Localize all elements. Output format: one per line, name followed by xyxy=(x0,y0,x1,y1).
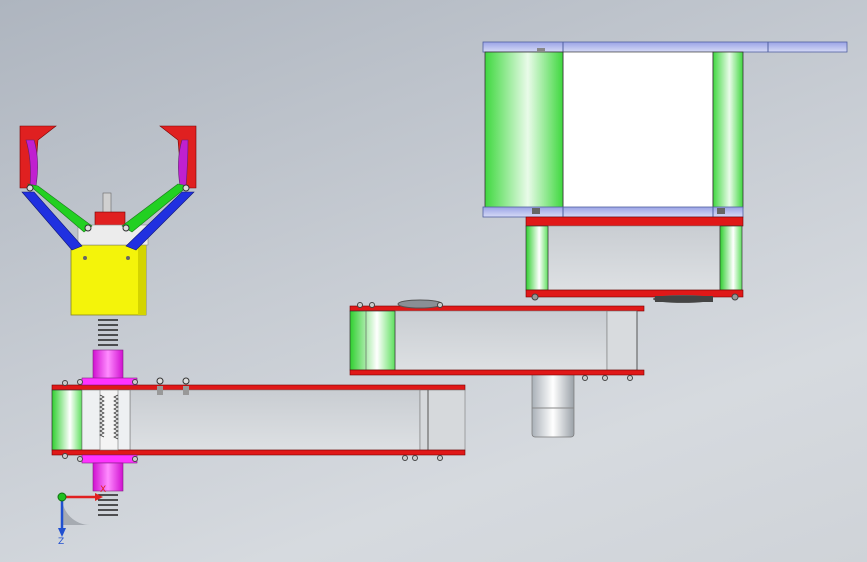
upper-link-pin-right xyxy=(719,225,743,291)
motor-column-right xyxy=(712,51,744,209)
x-axis-label: X xyxy=(100,485,106,495)
upper-link-pin-left xyxy=(525,225,549,291)
gripper-body xyxy=(70,244,147,316)
scara-robot-model: X Z xyxy=(19,41,848,547)
elbow-motor-cylinder xyxy=(531,371,575,438)
base-motor-assembly[interactable] xyxy=(482,41,848,218)
y-axis-dot xyxy=(57,492,67,502)
middle-link-pin xyxy=(349,310,396,371)
lower-link-top-bar xyxy=(51,384,466,391)
gripper-rod xyxy=(102,192,112,214)
lower-link-pin xyxy=(51,389,83,451)
upper-link-top-bar xyxy=(525,216,744,227)
right-jaw-tip xyxy=(159,125,197,189)
left-jaw-tip xyxy=(19,125,57,189)
z-axis-label: Z xyxy=(58,537,64,547)
cad-viewport[interactable]: X Z xyxy=(0,0,867,562)
shaft-nut-upper xyxy=(92,349,124,381)
upper-spring xyxy=(98,319,118,346)
middle-link-bottom-bar xyxy=(349,369,645,376)
upper-link[interactable] xyxy=(525,216,744,303)
lower-link-bottom-bar xyxy=(51,449,466,456)
upper-link-bottom-bar xyxy=(525,289,744,298)
shaft-nut-lower xyxy=(92,462,124,492)
middle-link-top-bar xyxy=(349,305,645,312)
motor-housing xyxy=(562,51,714,209)
motor-column-left xyxy=(484,51,564,209)
motor-bottom-plate xyxy=(482,206,744,218)
gripper-assembly[interactable] xyxy=(19,125,197,316)
middle-link[interactable] xyxy=(349,299,645,381)
